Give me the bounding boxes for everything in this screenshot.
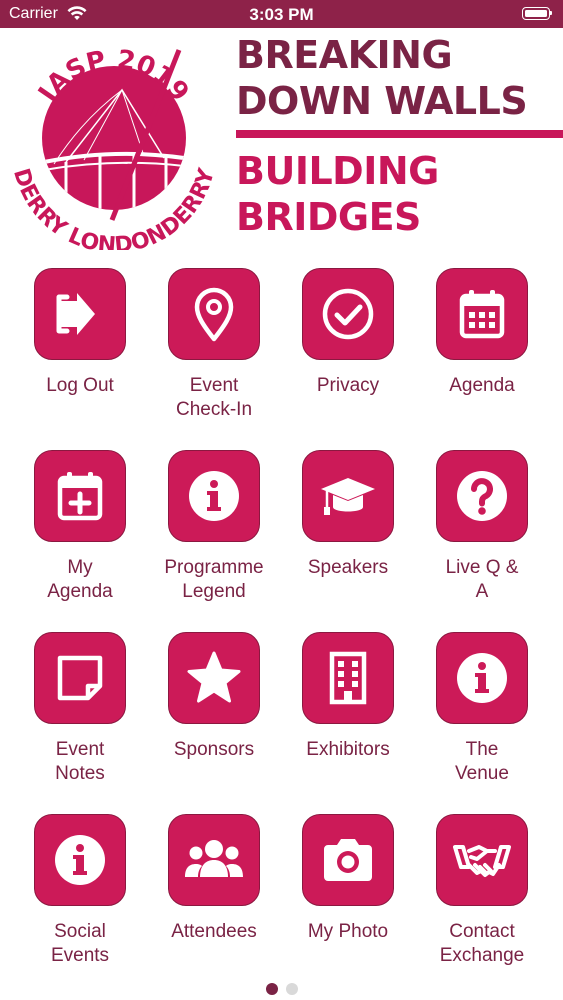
menu-tile-label-line: Programme — [164, 557, 264, 578]
menu-tile-label-line: Social — [54, 921, 106, 942]
status-bar: Carrier 3:03 PM — [0, 0, 563, 28]
page-indicator[interactable] — [0, 982, 563, 995]
graduation-cap-icon — [321, 478, 375, 515]
sticky-note-icon — [57, 655, 103, 701]
menu-tile-label-line: The — [465, 739, 499, 760]
info-circle-icon — [55, 835, 105, 885]
info-circle-icon — [457, 653, 507, 703]
my-photo-button[interactable] — [302, 814, 394, 906]
battery-icon — [522, 7, 552, 20]
building-icon — [329, 651, 367, 705]
menu-tile-label-line: Check-In — [175, 399, 253, 420]
menu-tile-label: Event Notes — [9, 738, 151, 786]
agenda-button[interactable] — [436, 268, 528, 360]
menu-tile-label: Event Check-In — [143, 374, 285, 422]
menu-tile-label-line: Privacy — [316, 375, 380, 396]
menu-tile-label-line: Events — [50, 945, 110, 966]
question-circle-icon — [457, 471, 507, 521]
menu-tile-label-line: Speakers — [307, 557, 389, 578]
speakers-button[interactable] — [302, 450, 394, 542]
event-logo: IASP 2019 DERRY LONDONDERRY — [4, 30, 224, 259]
sponsors-button[interactable] — [168, 632, 260, 724]
tagline-line-1: BREAKING — [236, 33, 453, 77]
camera-icon — [324, 839, 372, 881]
menu-tile-label-line: Exchange — [439, 945, 525, 966]
my-agenda-button[interactable] — [34, 450, 126, 542]
calendar-plus-icon — [57, 472, 103, 521]
page-dot-2[interactable] — [285, 983, 298, 995]
menu-tile-label-line: Sponsors — [173, 739, 255, 760]
users-icon — [185, 840, 243, 877]
log-out-button[interactable] — [34, 268, 126, 360]
menu-tile-label: Exhibitors — [277, 738, 419, 762]
menu-tile-label: The Venue — [411, 738, 553, 786]
menu-tile-label: Live Q & A — [411, 556, 553, 604]
attendees-button[interactable] — [168, 814, 260, 906]
tagline-line-2: DOWN WALLS — [236, 79, 528, 123]
menu-tile-label: Agenda — [411, 374, 553, 398]
logout-icon — [56, 293, 95, 335]
social-events-button[interactable] — [34, 814, 126, 906]
info-circle-icon — [189, 471, 239, 521]
programme-legend-button[interactable] — [168, 450, 260, 542]
event-banner: IASP 2019 DERRY LONDONDERRY BREAKING DOW… — [0, 28, 563, 259]
privacy-button[interactable] — [302, 268, 394, 360]
menu-tile-label-line: My — [67, 557, 93, 578]
menu-tile-label: Log Out — [9, 374, 151, 398]
menu-tile-label-line: Agenda — [47, 581, 113, 602]
menu-tile-label: Programme Legend — [143, 556, 285, 604]
page-dot-1[interactable] — [265, 983, 278, 995]
menu-tile-label-line: Attendees — [171, 921, 257, 942]
menu-tile-label-line: Live Q & — [445, 557, 519, 578]
menu-tile-label-line: Notes — [55, 763, 105, 784]
menu-tile-label: My Agenda — [9, 556, 151, 604]
menu-tile-label-line: Legend — [182, 581, 246, 602]
menu-tile-label: Speakers — [277, 556, 419, 580]
star-icon — [187, 651, 241, 703]
menu-tile-label-line: Log Out — [46, 375, 114, 396]
menu-tile-label: Social Events — [9, 920, 151, 968]
event-notes-button[interactable] — [34, 632, 126, 724]
live-q-a-button[interactable] — [436, 450, 528, 542]
menu-tile-label-line: Venue — [455, 763, 509, 784]
check-circle-icon — [322, 288, 374, 340]
menu-tile-label-line: Event — [189, 375, 239, 396]
exhibitors-button[interactable] — [302, 632, 394, 724]
map-pin-icon — [194, 287, 234, 342]
the-venue-button[interactable] — [436, 632, 528, 724]
menu-tile-label: My Photo — [277, 920, 419, 944]
menu-tile-label: Attendees — [143, 920, 285, 944]
menu-tile-label-line: My Photo — [307, 921, 389, 942]
menu-tile-label: Privacy — [277, 374, 419, 398]
clock: 3:03 PM — [249, 5, 314, 24]
tagline-divider — [236, 130, 563, 138]
calendar-icon — [459, 290, 505, 339]
menu-tile-label: Sponsors — [143, 738, 285, 762]
tagline-line-3: BUILDING — [236, 149, 439, 193]
menu-tile-label: Contact Exchange — [411, 920, 553, 968]
menu-tile-label-line: A — [475, 581, 489, 602]
contact-exchange-button[interactable] — [436, 814, 528, 906]
menu-tile-label-line: Exhibitors — [306, 739, 390, 760]
event-check-in-button[interactable] — [168, 268, 260, 360]
menu-tile-label-line: Event — [55, 739, 105, 760]
menu-tile-label-line: Contact — [449, 921, 515, 942]
handshake-icon — [453, 845, 511, 877]
tagline-line-4: BRIDGES — [236, 195, 421, 239]
menu-tile-label-line: Agenda — [449, 375, 515, 396]
